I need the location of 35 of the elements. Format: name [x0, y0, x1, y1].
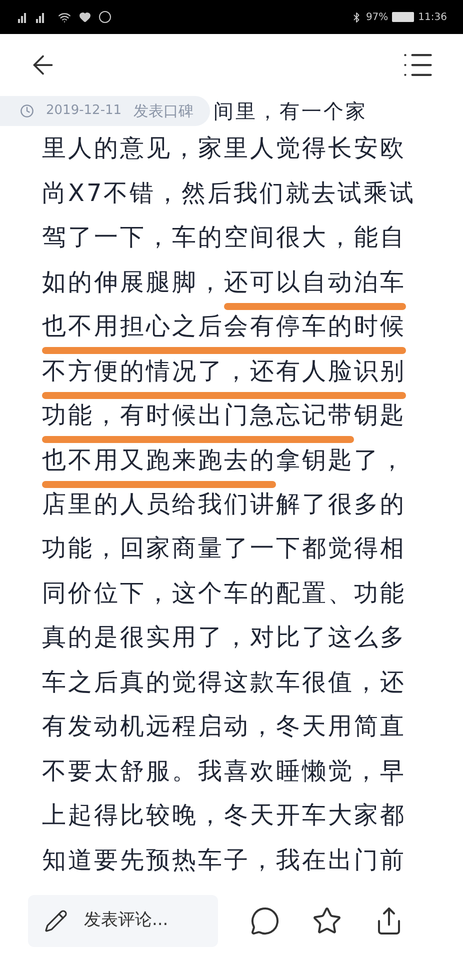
comment-icon[interactable] [250, 906, 280, 936]
article-text: 也不用担心之后会有停车的时候 [42, 308, 406, 344]
battery-percent: 97% [366, 10, 388, 24]
star-icon[interactable] [312, 906, 342, 936]
article-text: 有发动机远程启动，冬天用简直 [42, 711, 406, 742]
article-text: 如的伸展腿脚， [42, 266, 224, 298]
article-text: 也不用又跑来跑去的 [42, 442, 276, 478]
comment-field[interactable]: 发表评论... [28, 895, 218, 947]
pencil-icon [44, 909, 68, 933]
article-text: 里人的意见，家里人觉得长安欧 [42, 133, 406, 164]
article-text: 功能，回家商量了一下都觉得相 [42, 533, 406, 564]
battery-icon [392, 12, 414, 22]
bluetooth-icon [350, 12, 362, 22]
article-text: 店里的人员给我们讲解了很多的 [42, 488, 406, 520]
review-label: 发表口碑 [134, 100, 194, 122]
article-text: 同价位下，这个车的配置、功能 [42, 578, 406, 609]
clock-time: 11:36 [418, 10, 447, 24]
article-text: 车之后真的觉得这款车很值，还 [42, 666, 406, 698]
article-text: 还可以自动泊车 [224, 264, 406, 300]
article-text: 间里，有一个家 [214, 98, 368, 125]
article-text: 知道要先预热车子，我在出门前 [42, 844, 406, 876]
article-text: 驾了一下，车的空间很大，能自 [42, 222, 406, 254]
article-text: 拿钥匙了， [276, 444, 406, 476]
article-text: 钥匙 [354, 400, 406, 432]
article-text: 上起得比较晚，冬天开车大家都 [42, 800, 406, 832]
article-text: 功能，有时候出门急忘记带 [42, 397, 354, 434]
article-text: 真的是很实用了，对比了这么多 [42, 622, 406, 654]
article-text: 不要太舒服。我喜欢睡懒觉，早 [42, 756, 406, 787]
clock-icon [20, 104, 34, 118]
wifi-icon [58, 10, 71, 24]
article-text: 不方便的情况了，还有人脸识别 [42, 352, 406, 389]
heart-icon [79, 11, 91, 23]
review-date: 2019-12-11 [46, 102, 122, 120]
article-text: 尚X7不错，然后我们就去试乘试 [42, 178, 416, 209]
comment-placeholder: 发表评论... [84, 909, 168, 932]
